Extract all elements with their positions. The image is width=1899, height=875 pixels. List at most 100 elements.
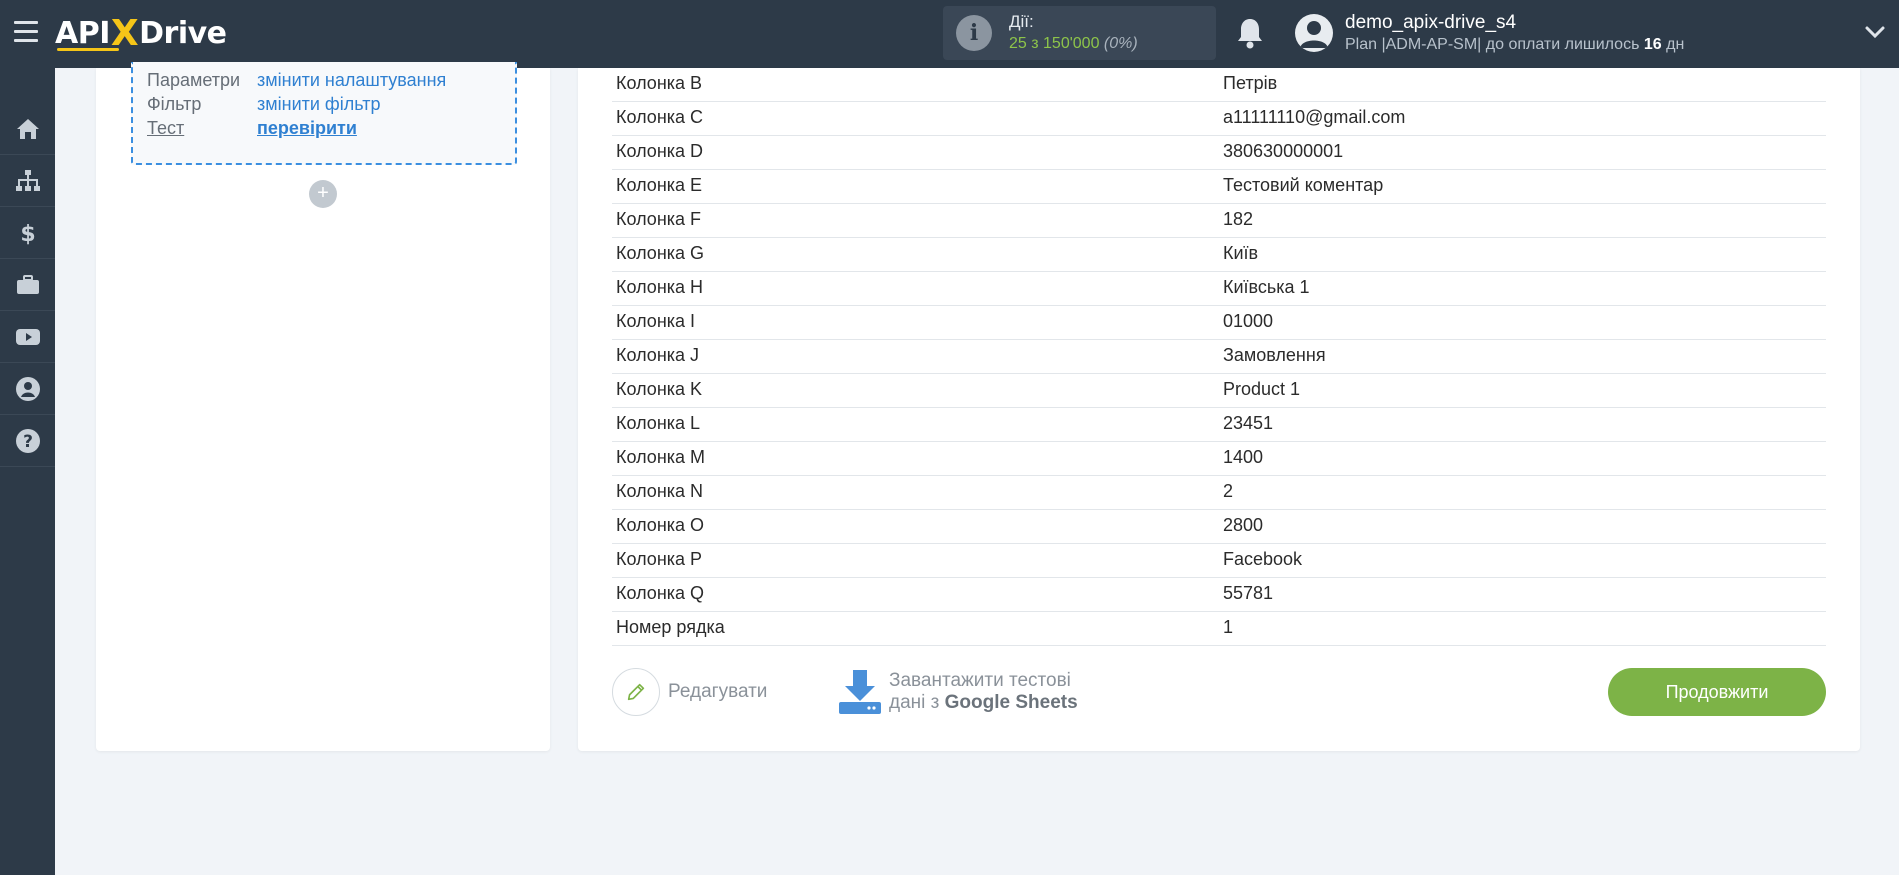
sitemap-icon [15, 169, 40, 191]
help-icon: ? [15, 428, 40, 453]
svg-text:$: $ [20, 222, 35, 246]
column-value: 182 [1223, 209, 1254, 229]
column-value: 1 [1223, 617, 1234, 637]
actions-label: Дії: [1009, 12, 1034, 31]
home-icon [16, 118, 39, 139]
step-key[interactable]: Тест [147, 118, 184, 139]
check-link[interactable]: перевірити [257, 118, 357, 139]
edit-circle [612, 668, 660, 716]
sidebar-item-home[interactable] [0, 103, 55, 155]
table-row: Колонка C a11111110@gmail.com [612, 102, 1826, 136]
column-value: Київ [1223, 243, 1259, 263]
table-row: Колонка M 1400 [612, 442, 1826, 476]
column-name: Колонка L [616, 413, 701, 433]
column-name: Колонка K [616, 379, 703, 399]
column-name: Колонка O [616, 515, 705, 535]
plan-info: Plan |ADM-AP-SM| до оплати лишилось 16 д… [1345, 36, 1685, 53]
step-key: Параметри [147, 70, 241, 90]
column-name: Колонка B [616, 73, 703, 93]
edit-label: Редагувати [668, 681, 768, 702]
left-panel: Параметри змінити налаштування Фільтр зм… [96, 62, 550, 751]
sidebar-item-profile[interactable] [0, 363, 55, 415]
continue-button[interactable]: Продовжити [1608, 668, 1826, 716]
column-value: Facebook [1223, 549, 1303, 569]
column-value: 55781 [1223, 583, 1274, 603]
table-row: Колонка L 23451 [612, 408, 1826, 442]
table-row: Колонка B Петрів [612, 68, 1826, 102]
column-value: 01000 [1223, 311, 1274, 331]
column-name: Колонка Q [616, 583, 705, 603]
table-row: Колонка H Київська 1 [612, 272, 1826, 306]
actions-counter[interactable]: i Дії: 25 з 150'000 (0%) [943, 6, 1216, 60]
table-row: Колонка G Київ [612, 238, 1826, 272]
chevron-down-icon[interactable] [1864, 22, 1886, 42]
sidebar-item-video[interactable] [0, 311, 55, 363]
top-bar: API X Drive i Дії: 25 з 150'000 (0%) demo_… [0, 0, 1899, 68]
bell-icon[interactable] [1236, 17, 1264, 49]
test-data-table: Колонка B Петрів Колонка C a11111110@gmail.… [612, 68, 1826, 646]
logo-api: API [55, 15, 110, 51]
user-icon [15, 376, 40, 401]
column-value: 2800 [1223, 515, 1264, 535]
column-name: Колонка F [616, 209, 702, 229]
column-value: Петрів [1223, 73, 1278, 93]
youtube-icon [15, 328, 40, 345]
download-icon [839, 670, 881, 714]
column-name: Колонка I [616, 311, 696, 331]
table-row: Номер рядка 1 [612, 612, 1826, 646]
pencil-icon [627, 683, 645, 701]
column-name: Колонка N [616, 481, 704, 501]
change-settings-link[interactable]: змінити налаштування [257, 70, 446, 91]
table-row: Колонка J Замовлення [612, 340, 1826, 374]
column-value: Київська 1 [1223, 277, 1310, 297]
column-value: a11111110@gmail.com [1223, 107, 1406, 127]
sidebar-item-services[interactable] [0, 259, 55, 311]
column-name: Колонка C [616, 107, 704, 127]
table-row: Колонка F 182 [612, 204, 1826, 238]
column-name: Колонка P [616, 549, 703, 569]
table-row: Колонка N 2 [612, 476, 1826, 510]
column-name: Колонка E [616, 175, 703, 195]
change-filter-link[interactable]: змінити фільтр [257, 94, 380, 115]
logo-underline [57, 48, 119, 51]
sidebar-item-help[interactable]: ? [0, 415, 55, 467]
table-row: Колонка E Тестовий коментар [612, 170, 1826, 204]
svg-text:?: ? [23, 432, 33, 452]
edit-button[interactable]: Редагувати [612, 668, 767, 716]
table-row: Колонка I 01000 [612, 306, 1826, 340]
column-value: Замовлення [1223, 345, 1326, 365]
source-step-box: Параметри змінити налаштування Фільтр зм… [131, 62, 517, 165]
column-value: 2 [1223, 481, 1234, 501]
download-test-data-button[interactable]: Завантажити тестові дані з Google Sheets [837, 668, 1078, 716]
test-data-panel: Колонка B Петрів Колонка C a11111110@gmail.… [578, 68, 1860, 751]
menu-icon[interactable] [14, 21, 38, 43]
info-icon: i [956, 15, 992, 51]
column-value: Тестовий коментар [1223, 175, 1384, 195]
sidebar-item-connections[interactable] [0, 155, 55, 207]
column-value: Product 1 [1223, 379, 1301, 399]
user-avatar-icon [1300, 21, 1328, 48]
column-name: Номер рядка [616, 617, 725, 637]
column-name: Колонка G [616, 243, 705, 263]
sidebar-item-billing[interactable]: $ [0, 207, 55, 259]
column-name: Колонка J [616, 345, 700, 365]
username[interactable]: demo_apix-drive_s4 [1345, 12, 1516, 34]
table-row: Колонка Q 55781 [612, 578, 1826, 612]
download-label: Завантажити тестові дані з Google Sheets [889, 670, 1078, 713]
add-step-button[interactable]: + [309, 180, 337, 208]
table-row: Колонка K Product 1 [612, 374, 1826, 408]
step-key: Фільтр [147, 94, 202, 114]
avatar[interactable] [1295, 14, 1333, 52]
briefcase-icon [16, 274, 39, 294]
column-value: 1400 [1223, 447, 1264, 467]
table-row: Колонка D 380630000001 [612, 136, 1826, 170]
table-row: Колонка P Facebook [612, 544, 1826, 578]
table-row: Колонка O 2800 [612, 510, 1826, 544]
column-value: 23451 [1223, 413, 1274, 433]
actions-value: 25 з 150'000 (0%) [1009, 35, 1138, 52]
column-name: Колонка M [616, 447, 706, 467]
column-name: Колонка H [616, 277, 704, 297]
sidebar: $ ? [0, 68, 55, 875]
column-value: 380630000001 [1223, 141, 1344, 161]
column-name: Колонка D [616, 141, 704, 161]
